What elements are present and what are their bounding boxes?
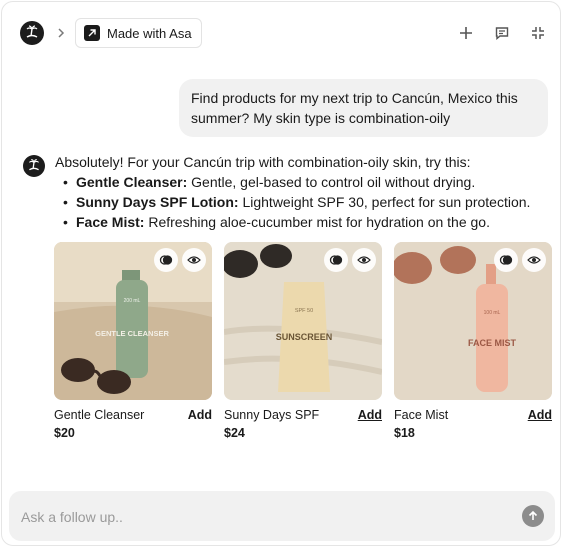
collapse-icon[interactable] <box>528 23 548 43</box>
compare-icon[interactable] <box>324 248 348 272</box>
item-desc: Gentle, gel-based to control oil without… <box>187 174 476 190</box>
follow-up-bar <box>9 491 555 541</box>
bottle-size: 100 mL <box>484 310 501 316</box>
product-name: Sunny Days SPF <box>224 408 320 422</box>
bottle-label: FACE MIST <box>468 338 517 348</box>
add-button[interactable]: Add <box>358 408 382 422</box>
preview-eye-icon[interactable] <box>352 248 376 272</box>
external-link-icon <box>84 25 100 41</box>
add-button[interactable]: Add <box>188 408 212 422</box>
arrow-up-icon <box>528 510 538 520</box>
bottle-size: 200 mL <box>124 298 141 304</box>
product-price: $24 <box>224 426 245 440</box>
plus-icon[interactable] <box>456 23 476 43</box>
product-name: Gentle Cleanser <box>54 408 145 422</box>
product-image[interactable]: SUNSCREEN SPF 50 <box>224 242 382 400</box>
user-message-bubble: Find products for my next trip to Cancún… <box>179 79 548 137</box>
assistant-message: Absolutely! For your Cancún trip with co… <box>55 152 555 232</box>
compare-icon[interactable] <box>154 248 178 272</box>
preview-eye-icon[interactable] <box>522 248 546 272</box>
follow-up-input[interactable] <box>19 505 493 529</box>
item-title: Face Mist: <box>76 214 145 230</box>
brand-logo-icon <box>20 21 44 45</box>
add-button[interactable]: Add <box>528 408 552 422</box>
item-title: Gentle Cleanser: <box>76 174 188 190</box>
made-with-asa-link[interactable]: Made with Asa <box>75 18 202 48</box>
assistant-intro: Absolutely! For your Cancún trip with co… <box>55 154 471 170</box>
product-price: $18 <box>394 426 415 440</box>
chevron-right-icon <box>54 24 68 42</box>
list-item: Gentle Cleanser: Gentle, gel-based to co… <box>63 172 555 192</box>
item-title: Sunny Days SPF Lotion: <box>76 194 239 210</box>
item-desc: Lightweight SPF 30, perfect for sun prot… <box>238 194 531 210</box>
product-image[interactable]: FACE MIST 100 mL <box>394 242 552 400</box>
preview-eye-icon[interactable] <box>182 248 206 272</box>
chat-window: Made with Asa Find products for my next … <box>1 1 561 546</box>
bottle-label: SUNSCREEN <box>276 332 333 342</box>
assistant-avatar-icon <box>23 155 45 177</box>
compare-icon[interactable] <box>494 248 518 272</box>
bottle-size: SPF 50 <box>295 308 313 314</box>
product-card[interactable]: GENTLE CLEANSER 200 mL Gentle Cleanser A… <box>54 242 212 440</box>
product-price: $20 <box>54 426 75 440</box>
recommendation-list: Gentle Cleanser: Gentle, gel-based to co… <box>55 172 555 232</box>
product-image[interactable]: GENTLE CLEANSER 200 mL <box>54 242 212 400</box>
product-card[interactable]: FACE MIST 100 mL Face Mist Add $18 <box>394 242 552 440</box>
list-item: Face Mist: Refreshing aloe-cucumber mist… <box>63 212 555 232</box>
item-desc: Refreshing aloe-cucumber mist for hydrat… <box>144 214 490 230</box>
bottle-label: GENTLE CLEANSER <box>95 329 169 338</box>
product-name: Face Mist <box>394 408 449 422</box>
made-with-asa-label: Made with Asa <box>107 25 192 41</box>
chat-icon[interactable] <box>492 23 512 43</box>
product-card[interactable]: SUNSCREEN SPF 50 Sunny Days SPF Add $24 <box>224 242 382 440</box>
list-item: Sunny Days SPF Lotion: Lightweight SPF 3… <box>63 192 555 212</box>
send-button[interactable] <box>522 505 544 527</box>
